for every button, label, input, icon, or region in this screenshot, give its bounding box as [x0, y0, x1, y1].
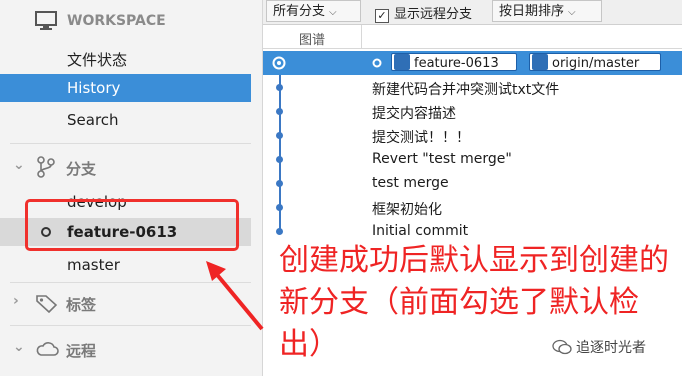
commit-list-header: 图谱 [263, 25, 682, 49]
tag-icon [36, 295, 58, 313]
branch-filter-dropdown[interactable]: 所有分支 ⌵ [266, 0, 361, 22]
chevron-right-icon[interactable]: › [13, 293, 19, 309]
commit-row[interactable]: 提交测试！！！ [263, 124, 682, 148]
commit-node [276, 180, 283, 187]
branches-section-label: 分支 [66, 160, 97, 178]
commit-node [276, 84, 283, 91]
workspace-header-label: WORKSPACE [67, 13, 166, 29]
remote-section-header[interactable]: ⌄ 远程 [0, 337, 251, 361]
commit-node [276, 132, 283, 139]
commit-row[interactable]: 新建代码合并冲突测试txt文件 [263, 76, 682, 100]
show-remote-checkbox[interactable]: ✓ 显示远程分支 [375, 3, 472, 23]
commit-message: 新建代码合并冲突测试txt文件 [372, 82, 560, 98]
branch-tag-origin-master[interactable]: origin/master [529, 53, 661, 71]
checkbox-checked-icon[interactable]: ✓ [375, 9, 389, 23]
commit-row[interactable]: Revert "test merge" [263, 148, 682, 172]
branch-label: master [67, 256, 120, 274]
sort-label: 按日期排序 [499, 4, 565, 19]
chevron-down-icon: ⌵ [568, 7, 576, 18]
watermark-label: 追逐时光者 [576, 340, 646, 356]
branch-icon [532, 54, 548, 70]
commit-node [276, 108, 283, 115]
watermark: 追逐时光者 [552, 337, 646, 357]
sort-dropdown[interactable]: 按日期排序 ⌵ [492, 0, 602, 22]
sidebar-item-label: Search [67, 111, 119, 129]
commit-message: Initial commit [372, 223, 469, 239]
sidebar-item-label: 文件状态 [67, 51, 128, 69]
show-remote-label: 显示远程分支 [394, 7, 473, 22]
divider [10, 143, 251, 144]
cloud-icon [36, 342, 59, 356]
commit-node [276, 228, 283, 235]
commit-message: 提交测试！！！ [372, 130, 470, 146]
remote-section-label: 远程 [66, 342, 97, 360]
wechat-icon [552, 339, 572, 355]
tags-section-label: 标签 [66, 296, 97, 314]
commit-row[interactable]: 框架初始化 [263, 196, 682, 220]
chevron-down-icon[interactable]: ⌄ [13, 157, 25, 173]
workspace-header[interactable]: WORKSPACE [0, 10, 251, 32]
commit-message: Revert "test merge" [372, 151, 512, 167]
branch-tag-label: feature-0613 [414, 56, 499, 71]
sidebar-item-search[interactable]: Search [0, 108, 251, 132]
branches-section-header[interactable]: ⌄ 分支 [0, 155, 251, 179]
annotation-arrow [206, 261, 264, 331]
commit-row[interactable]: feature-0613 origin/master [263, 51, 682, 75]
branch-tag-label: origin/master [552, 56, 640, 71]
annotation-highlight-box [25, 199, 239, 251]
branch-tag-feature-0613[interactable]: feature-0613 [391, 53, 517, 71]
commit-node [276, 204, 283, 211]
commit-message: 提交内容描述 [372, 106, 456, 122]
sidebar-item-file-status[interactable]: 文件状态 [0, 46, 251, 70]
chevron-down-icon: ⌵ [329, 7, 337, 18]
graph-column-header[interactable]: 图谱 [299, 29, 325, 48]
commit-node [276, 156, 283, 163]
branch-icon [394, 54, 410, 70]
commit-message: 框架初始化 [372, 202, 442, 218]
toolbar: 所有分支 ⌵ ✓ 显示远程分支 按日期排序 ⌵ [263, 0, 682, 25]
sidebar-item-label: History [67, 79, 121, 97]
current-branch-icon [372, 58, 382, 68]
branch-filter-label: 所有分支 [273, 4, 326, 19]
monitor-icon [35, 11, 57, 30]
commit-row[interactable]: test merge [263, 172, 682, 196]
head-commit-node [272, 56, 286, 70]
commit-row[interactable]: 提交内容描述 [263, 100, 682, 124]
chevron-down-icon[interactable]: ⌄ [13, 339, 25, 355]
branch-icon [37, 156, 55, 178]
commit-message: test merge [372, 175, 449, 191]
sidebar-item-history[interactable]: History [0, 74, 251, 102]
column-separator[interactable] [361, 25, 362, 48]
